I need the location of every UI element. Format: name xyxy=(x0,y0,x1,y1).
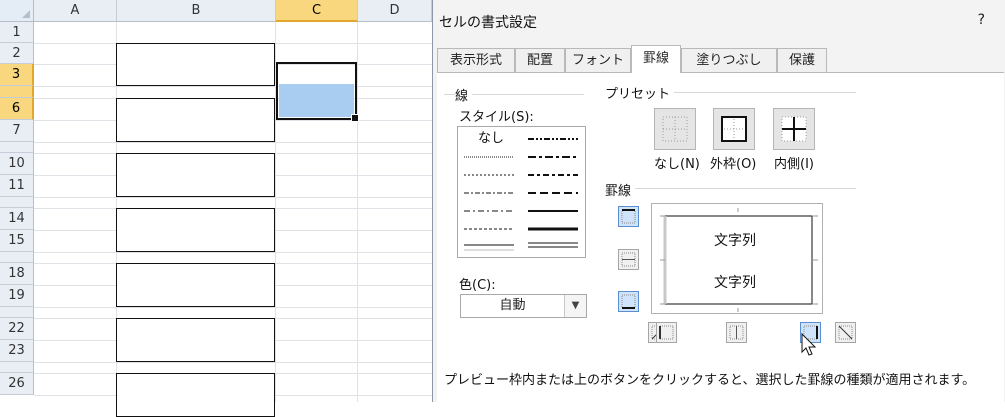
separator xyxy=(634,188,856,189)
border-bottom-button[interactable] xyxy=(618,291,639,312)
row-header[interactable]: 11 xyxy=(0,175,34,197)
border-inside-vertical-icon xyxy=(729,325,744,340)
row-header[interactable] xyxy=(0,86,34,98)
border-bottom-icon xyxy=(621,294,636,309)
grid-line xyxy=(34,86,432,87)
border-preview[interactable]: 文字列 文字列 xyxy=(651,203,823,314)
border-top-icon xyxy=(621,209,636,224)
color-label: 色(C): xyxy=(459,274,500,293)
column-header-b[interactable]: B xyxy=(117,0,276,22)
column-header-a[interactable]: A xyxy=(34,0,117,22)
preset-outline-button[interactable] xyxy=(713,108,755,150)
preset-none-button[interactable] xyxy=(654,108,696,150)
tab-protection[interactable]: 保護 xyxy=(777,48,827,72)
column-header-c[interactable]: C xyxy=(276,0,358,22)
fill-handle[interactable] xyxy=(351,114,359,122)
row-header[interactable]: 7 xyxy=(0,120,34,142)
grid-line xyxy=(34,142,432,143)
border-inside-horizontal-button[interactable] xyxy=(618,249,639,270)
preview-lines xyxy=(660,208,818,312)
row-header[interactable]: 14 xyxy=(0,208,34,230)
preset-inside-label: 内側(I) xyxy=(774,157,814,172)
help-button[interactable]: ? xyxy=(978,12,985,28)
row-header[interactable] xyxy=(0,362,34,373)
border-left-button[interactable] xyxy=(656,322,677,343)
bordered-cell-block[interactable] xyxy=(116,263,275,307)
row-header[interactable] xyxy=(0,307,34,318)
preset-outline-icon xyxy=(721,116,747,142)
bordered-cell-block[interactable] xyxy=(116,208,275,252)
line-style-swatches xyxy=(464,138,578,251)
hint-text: プレビュー枠内または上のボタンをクリックすると、選択した罫線の種類が適用されます… xyxy=(444,373,976,388)
style-label: スタイル(S): xyxy=(459,106,538,125)
row-header[interactable]: 18 xyxy=(0,263,34,285)
row-header[interactable] xyxy=(0,142,34,153)
preset-group-label: プリセット xyxy=(605,83,675,102)
grid-line xyxy=(34,252,432,253)
tab-alignment[interactable]: 配置 xyxy=(515,48,565,72)
border-diagonal-down-button[interactable] xyxy=(835,322,856,343)
preview-text-bottom: 文字列 xyxy=(714,275,756,291)
column-header-d[interactable]: D xyxy=(358,0,432,22)
border-inside-vertical-button[interactable] xyxy=(726,322,747,343)
chevron-down-icon[interactable]: ▼ xyxy=(564,295,586,317)
cell-selection[interactable] xyxy=(276,62,359,122)
color-select-value: 自動 xyxy=(499,298,526,313)
bordered-cell-block[interactable] xyxy=(116,318,275,362)
border-top-button[interactable] xyxy=(618,206,639,227)
row-header[interactable]: 1 xyxy=(0,22,34,43)
line-style-list[interactable] xyxy=(457,126,586,258)
row-header[interactable]: 3 xyxy=(0,64,34,86)
spreadsheet: A B C D 1 2 3 6 7 10 11 14 15 18 19 22 2… xyxy=(0,0,432,417)
preview-text-top: 文字列 xyxy=(714,233,756,249)
separator xyxy=(648,92,856,93)
select-all-corner[interactable] xyxy=(0,0,34,22)
mouse-cursor-icon xyxy=(801,333,817,356)
preset-none-label: なし(N) xyxy=(654,157,700,172)
preset-inside-icon xyxy=(781,116,807,142)
bordered-cell-block[interactable] xyxy=(116,373,275,417)
border-left-icon xyxy=(659,325,674,340)
tab-font[interactable]: フォント xyxy=(565,48,631,72)
grid-line xyxy=(34,362,432,363)
preset-inside-button[interactable] xyxy=(773,108,815,150)
bordered-cell-block[interactable] xyxy=(116,153,275,197)
row-header[interactable]: 15 xyxy=(0,230,34,252)
border-inside-horizontal-icon xyxy=(621,252,636,267)
color-select[interactable]: 自動 ▼ xyxy=(460,294,587,318)
style-none-option[interactable]: なし xyxy=(478,127,504,146)
row-header[interactable] xyxy=(0,197,34,208)
row-header[interactable] xyxy=(0,252,34,263)
grid-line xyxy=(357,22,358,402)
row-header[interactable]: 6 xyxy=(0,98,34,120)
row-header[interactable]: 2 xyxy=(0,43,34,64)
dialog-title: セルの書式設定 xyxy=(439,15,537,31)
row-header[interactable]: 10 xyxy=(0,153,34,175)
tab-number[interactable]: 表示形式 xyxy=(437,48,515,72)
row-header[interactable]: 26 xyxy=(0,373,34,395)
row-header[interactable]: 22 xyxy=(0,318,34,340)
selection-fill xyxy=(279,84,354,117)
bordered-cell-block[interactable] xyxy=(116,98,275,142)
grid-line xyxy=(34,197,432,198)
border-group-label: 罫線 xyxy=(605,180,636,199)
tab-fill[interactable]: 塗りつぶし xyxy=(681,48,777,72)
bordered-cell-block[interactable] xyxy=(116,43,275,86)
grid-line xyxy=(34,307,432,308)
preset-outline-label: 外枠(O) xyxy=(710,157,757,172)
preset-none-icon xyxy=(662,116,688,142)
line-group-label: 線 xyxy=(455,85,473,104)
diagonal-down-icon xyxy=(838,325,853,340)
row-header[interactable]: 19 xyxy=(0,285,34,307)
tab-border[interactable]: 罫線 xyxy=(631,45,681,73)
row-header[interactable]: 23 xyxy=(0,340,34,362)
